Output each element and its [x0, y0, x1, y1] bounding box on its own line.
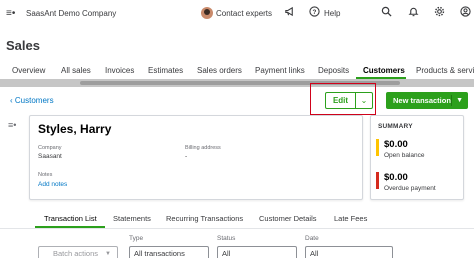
- svg-text:?: ?: [313, 9, 317, 16]
- menu-icon[interactable]: ≡•: [6, 8, 15, 19]
- date-filter-label: Date: [305, 235, 319, 242]
- chevron-down-icon[interactable]: ▼: [456, 92, 463, 109]
- open-balance-amount: $0.00: [384, 139, 408, 150]
- subtab-transaction-list[interactable]: Transaction List: [44, 214, 97, 223]
- tab-customers[interactable]: Customers: [363, 66, 405, 75]
- edit-dropdown-button[interactable]: ⌄: [355, 92, 373, 109]
- billing-address-value: -: [185, 153, 188, 160]
- contact-experts-link[interactable]: Contact experts: [216, 9, 272, 18]
- contact-avatar[interactable]: [201, 7, 213, 19]
- status-filter-label: Status: [217, 235, 236, 242]
- notifications-icon[interactable]: [408, 6, 419, 20]
- breadcrumb[interactable]: ‹ Customers: [10, 96, 54, 105]
- gear-icon[interactable]: [434, 6, 445, 20]
- batch-actions-button[interactable]: Batch actions ▼: [38, 246, 118, 258]
- tab-payment-links[interactable]: Payment links: [255, 66, 305, 75]
- company-value: Saasant: [38, 153, 62, 160]
- tab-estimates[interactable]: Estimates: [148, 66, 183, 75]
- tab-products-services[interactable]: Products & servic: [416, 66, 474, 75]
- status-filter-select[interactable]: All: [217, 246, 297, 258]
- notes-label: Notes: [38, 172, 53, 178]
- tab-deposits[interactable]: Deposits: [318, 66, 349, 75]
- breadcrumb-customers[interactable]: Customers: [15, 96, 54, 105]
- search-icon[interactable]: [381, 6, 392, 20]
- type-filter-select[interactable]: All transactions: [129, 246, 209, 258]
- page-title: Sales: [6, 38, 40, 53]
- new-transaction-label: New transaction: [393, 96, 451, 105]
- button-divider: [451, 95, 452, 106]
- subtab-late-fees[interactable]: Late Fees: [334, 214, 367, 223]
- help-icon[interactable]: ?: [309, 6, 320, 20]
- expand-panel-icon[interactable]: ≡•: [8, 120, 16, 130]
- chevron-down-icon: ▼: [105, 251, 111, 257]
- divider: [0, 228, 474, 229]
- open-balance-indicator: [376, 139, 379, 156]
- summary-title: SUMMARY: [378, 123, 413, 130]
- company-name[interactable]: SaasAnt Demo Company: [26, 9, 116, 18]
- overdue-indicator: [376, 172, 379, 189]
- new-transaction-button[interactable]: New transaction ▼: [386, 92, 468, 109]
- user-icon[interactable]: [460, 6, 471, 20]
- overdue-label: Overdue payment: [384, 185, 436, 192]
- subtab-customer-details[interactable]: Customer Details: [259, 214, 317, 223]
- edit-button[interactable]: Edit: [325, 92, 356, 109]
- billing-address-label: Billing address: [185, 145, 221, 151]
- add-notes-link[interactable]: Add notes: [38, 181, 67, 188]
- horizontal-scrollbar[interactable]: [0, 79, 474, 87]
- company-label: Company: [38, 145, 62, 151]
- open-balance-label: Open balance: [384, 152, 425, 159]
- tab-all-sales[interactable]: All sales: [61, 66, 91, 75]
- chevron-down-icon: ⌄: [360, 96, 368, 105]
- date-filter-select[interactable]: All: [305, 246, 393, 258]
- tab-sales-orders[interactable]: Sales orders: [197, 66, 242, 75]
- subtab-recurring-transactions[interactable]: Recurring Transactions: [166, 214, 243, 223]
- megaphone-icon[interactable]: [284, 6, 295, 20]
- overdue-amount: $0.00: [384, 172, 408, 183]
- customer-name: Styles, Harry: [38, 122, 112, 136]
- batch-actions-label: Batch actions: [53, 249, 99, 258]
- type-filter-label: Type: [129, 235, 144, 242]
- tab-overview[interactable]: Overview: [12, 66, 45, 75]
- subtab-statements[interactable]: Statements: [113, 214, 151, 223]
- help-label[interactable]: Help: [324, 9, 340, 18]
- tab-invoices[interactable]: Invoices: [105, 66, 134, 75]
